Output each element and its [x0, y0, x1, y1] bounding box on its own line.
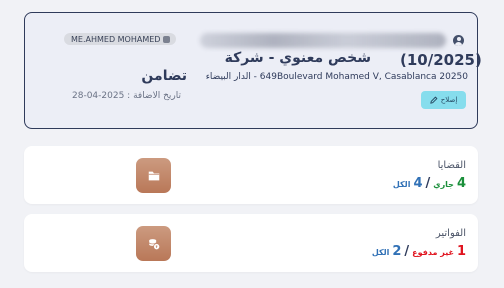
invoices-icon-tile — [136, 226, 171, 261]
client-card — [24, 12, 478, 129]
invoices-summary: 1 غير مدفوع / 2 الكل — [372, 244, 466, 259]
cases-active-count: 4 — [456, 176, 466, 191]
cases-total-label: الكل — [392, 180, 411, 189]
cases-active-label: جاري — [433, 180, 454, 189]
folder-icon — [148, 171, 159, 180]
lawyer-badge-label: ME.AHMED MOHAMED — [71, 34, 161, 44]
invoices-separator: / — [404, 244, 410, 259]
client-address: 649Boulevard Mohamed V, Casablanca 20250… — [205, 72, 468, 82]
cases-title: القضايا — [437, 160, 466, 171]
coins-icon — [148, 238, 160, 250]
invoices-unpaid-count: 1 — [456, 244, 466, 259]
lawyer-badge: ME.AHMED MOHAMED — [64, 33, 177, 45]
invoices-card[interactable]: الفواتير 1 غير مدفوع / 2 الكل — [24, 214, 478, 272]
invoices-total-label: الكل — [371, 248, 390, 257]
cases-total-count: 4 — [413, 176, 423, 191]
cases-separator: / — [425, 176, 431, 191]
invoices-title: الفواتير — [435, 228, 466, 239]
cases-summary: 4 جاري / 4 الكل — [393, 176, 466, 191]
invoices-unpaid-label: غير مدفوع — [412, 248, 454, 257]
file-reference: (10/2025) — [400, 51, 482, 69]
lock-icon — [163, 35, 171, 43]
user-circle-icon — [453, 35, 464, 46]
edit-button[interactable]: إصلاح — [421, 91, 466, 109]
entity-type-continued: تضامن — [141, 68, 187, 84]
edit-button-label: إصلاح — [440, 96, 458, 104]
invoices-total-count: 2 — [392, 244, 402, 259]
cases-card[interactable]: القضايا 4 جاري / 4 الكل — [24, 146, 478, 204]
cases-icon-tile — [136, 158, 171, 193]
entity-type: شخص معنوي - شركة — [224, 50, 371, 66]
client-name-blurred — [200, 33, 446, 48]
date-added: تاريخ الاضافة : 2025-04-28 — [72, 91, 181, 101]
pencil-icon — [430, 96, 438, 104]
